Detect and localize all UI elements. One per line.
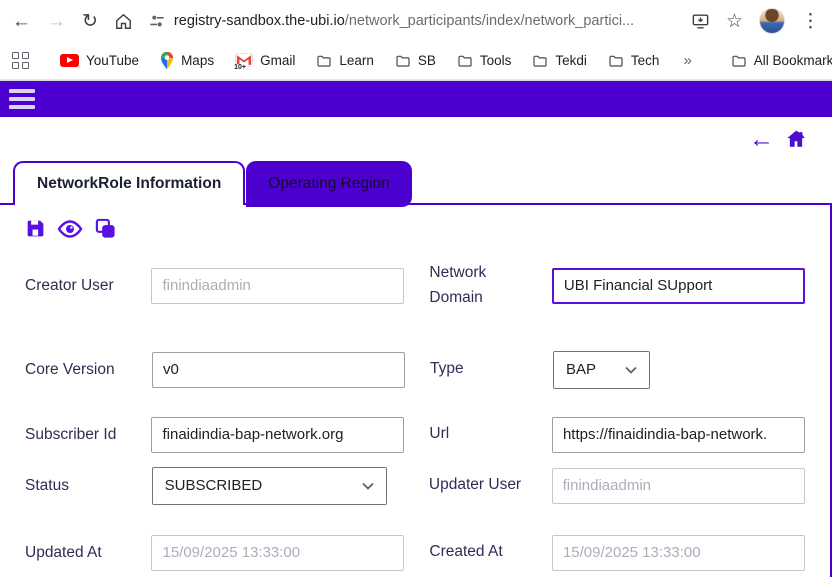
updated-at-label: Updated At xyxy=(25,543,102,561)
status-select[interactable]: SUBSCRIBED xyxy=(151,466,387,505)
gmail-unread-badge: 10+ xyxy=(233,64,247,71)
folder-icon xyxy=(457,53,473,69)
page-back-icon[interactable]: ← xyxy=(749,126,774,152)
networkrole-panel: Creator User Network Domain Core Version… xyxy=(0,203,832,577)
updated-at-field[interactable] xyxy=(151,534,405,571)
copy-icon[interactable] xyxy=(94,217,117,240)
maps-icon xyxy=(160,51,174,70)
page-home-icon[interactable] xyxy=(784,128,808,150)
type-label: Type xyxy=(430,360,464,378)
type-select-value: BAP xyxy=(566,361,597,379)
site-security-icon[interactable] xyxy=(149,13,165,29)
form-row: Status SUBSCRIBED Updater User xyxy=(25,466,805,505)
apps-grid-icon[interactable] xyxy=(10,50,31,71)
status-label: Status xyxy=(25,476,69,494)
subscriber-id-label: Subscriber Id xyxy=(25,425,117,443)
subscriber-id-field[interactable] xyxy=(151,416,405,453)
updater-user-label: Updater User xyxy=(428,476,522,494)
url-path: /network_participants/index/network_part… xyxy=(344,13,635,29)
form-row: Updated At Created At xyxy=(25,534,805,571)
browser-toolbar: ← → ↻ registry-sandbox.the-ubi.io/networ… xyxy=(0,0,832,42)
folder-icon xyxy=(316,53,332,69)
updater-user-field[interactable] xyxy=(551,467,805,504)
install-app-icon[interactable] xyxy=(691,12,710,31)
type-select[interactable]: BAP xyxy=(553,350,650,389)
bookmark-folder-tools[interactable]: Tools xyxy=(450,49,519,73)
youtube-icon xyxy=(60,54,79,67)
networkrole-form: Creator User Network Domain Core Version… xyxy=(25,261,805,571)
chevron-down-icon xyxy=(362,482,374,490)
bookmark-label: Tekdi xyxy=(555,53,587,68)
created-at-field[interactable] xyxy=(551,534,805,571)
view-icon[interactable] xyxy=(57,219,83,239)
browser-home-icon[interactable] xyxy=(114,12,133,31)
bookmark-folder-tekdi[interactable]: Tekdi xyxy=(525,49,594,73)
bookmarks-overflow-chevron[interactable]: » xyxy=(673,52,701,69)
bookmark-folder-sb[interactable]: SB xyxy=(388,49,443,73)
save-icon[interactable] xyxy=(25,218,46,239)
gmail-icon: 10+ xyxy=(233,53,254,71)
browser-menu-kebab-icon[interactable]: ⋮ xyxy=(801,12,820,31)
bookmark-label: Tools xyxy=(479,53,512,68)
reload-icon[interactable]: ↻ xyxy=(82,12,98,31)
bookmark-label: SB xyxy=(417,53,436,68)
folder-icon xyxy=(395,53,411,69)
tab-operating-region[interactable]: Operating Region xyxy=(246,161,412,207)
bookmark-label: Maps xyxy=(181,53,215,68)
all-bookmarks-label: All Bookmarks xyxy=(753,53,832,68)
bookmark-label: Learn xyxy=(339,53,374,68)
folder-icon xyxy=(731,53,747,69)
toolbar-right-group: ☆ ⋮ xyxy=(691,8,820,34)
all-bookmarks[interactable]: All Bookmarks xyxy=(724,49,832,73)
created-at-label: Created At xyxy=(429,543,503,561)
folder-icon xyxy=(608,53,624,69)
bookmark-star-icon[interactable]: ☆ xyxy=(726,12,743,31)
hamburger-menu-icon[interactable] xyxy=(9,85,39,113)
bookmark-folder-tech[interactable]: Tech xyxy=(601,49,667,73)
address-bar[interactable]: registry-sandbox.the-ubi.io/network_part… xyxy=(149,13,675,29)
bookmark-maps[interactable]: Maps xyxy=(153,47,221,74)
tab-networkrole-information[interactable]: NetworkRole Information xyxy=(13,161,246,205)
tab-bar: NetworkRole Information Operating Region xyxy=(13,161,832,207)
bookmark-gmail[interactable]: 10+ Gmail xyxy=(228,49,302,72)
bookmarks-bar: YouTube Maps 10+ Gmail Learn SB Tools Te… xyxy=(0,42,832,80)
bookmark-label: Tech xyxy=(630,53,660,68)
url-label: Url xyxy=(429,425,450,443)
url-host: registry-sandbox.the-ubi.io xyxy=(173,13,345,29)
browser-back-icon[interactable]: ← xyxy=(12,12,31,31)
url-text[interactable]: registry-sandbox.the-ubi.io/network_part… xyxy=(174,13,634,29)
creator-user-field[interactable] xyxy=(151,267,405,304)
core-version-label: Core Version xyxy=(25,360,115,378)
record-action-icons xyxy=(25,217,805,240)
app-header xyxy=(0,80,832,117)
form-row: Core Version Type BAP xyxy=(25,350,805,389)
chevron-down-icon xyxy=(625,366,637,374)
bookmark-label: YouTube xyxy=(86,53,140,68)
profile-avatar[interactable] xyxy=(759,8,785,34)
folder-icon xyxy=(532,53,548,69)
bookmark-folder-learn[interactable]: Learn xyxy=(309,49,381,73)
bookmark-youtube[interactable]: YouTube xyxy=(53,49,146,72)
browser-forward-icon: → xyxy=(47,10,66,32)
network-domain-label: Network Domain xyxy=(429,264,487,306)
core-version-field[interactable] xyxy=(152,351,405,388)
form-row: Creator User Network Domain xyxy=(25,261,805,311)
bookmark-label: Gmail xyxy=(260,53,296,68)
creator-user-label: Creator User xyxy=(25,276,114,294)
page-nav: ← xyxy=(0,117,832,161)
form-row: Subscriber Id Url xyxy=(25,416,805,453)
network-domain-field[interactable] xyxy=(551,267,805,304)
status-select-value: SUBSCRIBED xyxy=(164,477,263,495)
url-field[interactable] xyxy=(551,416,805,453)
